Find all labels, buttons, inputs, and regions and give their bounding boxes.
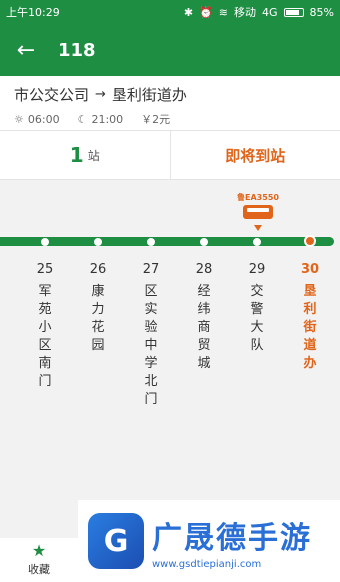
star-icon: ★ xyxy=(31,541,47,560)
last-bus: ☾ 21:00 xyxy=(77,112,124,126)
stop-name: 交警大队 xyxy=(250,284,264,353)
moon-icon: ☾ xyxy=(77,112,88,126)
watermark-title: 广晟德手游 xyxy=(152,520,312,556)
stop-name: 经纬商贸城 xyxy=(197,284,211,371)
stop-item[interactable]: 26 康力花园 xyxy=(87,262,109,355)
stop-dot xyxy=(200,238,208,246)
status-bar: 上午10:29 ✱ ⏰ ≋ 移动 4G 85% xyxy=(0,0,340,24)
stop-number: 25 xyxy=(36,262,54,277)
fare: ￥2元 xyxy=(141,113,171,126)
status-battery: 85% xyxy=(309,5,334,19)
stop-number: 26 xyxy=(89,262,107,277)
stop-number: 29 xyxy=(248,262,266,277)
stop-item[interactable]: 25 军苑小区南门 xyxy=(34,262,56,391)
current-stop-dot xyxy=(304,235,316,247)
arriving-text: 即将到站 xyxy=(225,146,286,165)
status-network: 4G xyxy=(262,5,278,19)
route-from: 市公交公司 xyxy=(14,86,90,104)
stop-dot xyxy=(147,238,155,246)
stops-away: 1 站 xyxy=(0,131,171,179)
stop-name: 军苑小区南门 xyxy=(38,284,52,389)
bus-pointer-icon xyxy=(254,225,262,231)
stop-dot xyxy=(253,238,261,246)
stop-item[interactable]: 28 经纬商贸城 xyxy=(193,262,215,373)
alarm-icon: ⏰ xyxy=(199,5,213,19)
stop-dot xyxy=(94,238,102,246)
watermark-url: www.gsdtiepianji.com xyxy=(152,558,262,570)
stop-name: 区实验中学北门 xyxy=(144,284,158,407)
sun-icon: ☼ xyxy=(14,112,24,126)
stops-away-unit: 站 xyxy=(87,148,100,163)
arrival-summary: 1 站 即将到站 xyxy=(0,130,340,180)
watermark-logo-icon: G xyxy=(88,513,144,569)
favorite-button[interactable]: ★ 收藏 xyxy=(0,538,78,582)
bluetooth-icon: ✱ xyxy=(183,5,194,19)
arrow-left-icon: ← xyxy=(16,37,36,63)
stop-item[interactable]: 30 垦利街道办 xyxy=(299,262,321,373)
stop-number: 30 xyxy=(300,262,320,277)
arrow-right-icon: → xyxy=(95,87,106,102)
back-button[interactable]: ← xyxy=(0,24,52,76)
watermark-banner: G 广晟德手游 www.gsdtiepianji.com xyxy=(78,500,340,582)
arrival-status: 即将到站 xyxy=(171,131,340,179)
status-time: 上午10:29 xyxy=(6,6,60,19)
stops-away-count: 1 xyxy=(69,143,84,167)
first-bus: ☼ 06:00 xyxy=(14,112,60,126)
page-title: 118 xyxy=(58,39,96,61)
stop-number: 28 xyxy=(195,262,213,277)
bus-marker[interactable]: 鲁EA3550 xyxy=(234,192,282,231)
route-to: 垦利街道办 xyxy=(111,86,187,104)
status-carrier: 移动 xyxy=(234,6,257,19)
favorite-label: 收藏 xyxy=(28,563,50,576)
route-track xyxy=(0,237,334,246)
stop-item[interactable]: 27 区实验中学北门 xyxy=(140,262,162,409)
route-direction: 市公交公司 → 垦利街道办 xyxy=(14,84,326,105)
app-bar: ← 118 xyxy=(0,24,340,76)
stop-name: 垦利街道办 xyxy=(303,284,317,371)
bus-icon xyxy=(243,205,273,219)
stop-dot xyxy=(41,238,49,246)
stop-number: 27 xyxy=(142,262,160,277)
stop-name: 康力花园 xyxy=(91,284,105,353)
stop-item[interactable]: 29 交警大队 xyxy=(246,262,268,355)
bus-plate: 鲁EA3550 xyxy=(237,193,279,202)
route-info: 市公交公司 → 垦利街道办 ☼ 06:00 ☾ 21:00 ￥2元 xyxy=(0,76,340,130)
wifi-icon: ≋ xyxy=(218,5,229,19)
battery-icon xyxy=(283,7,304,17)
